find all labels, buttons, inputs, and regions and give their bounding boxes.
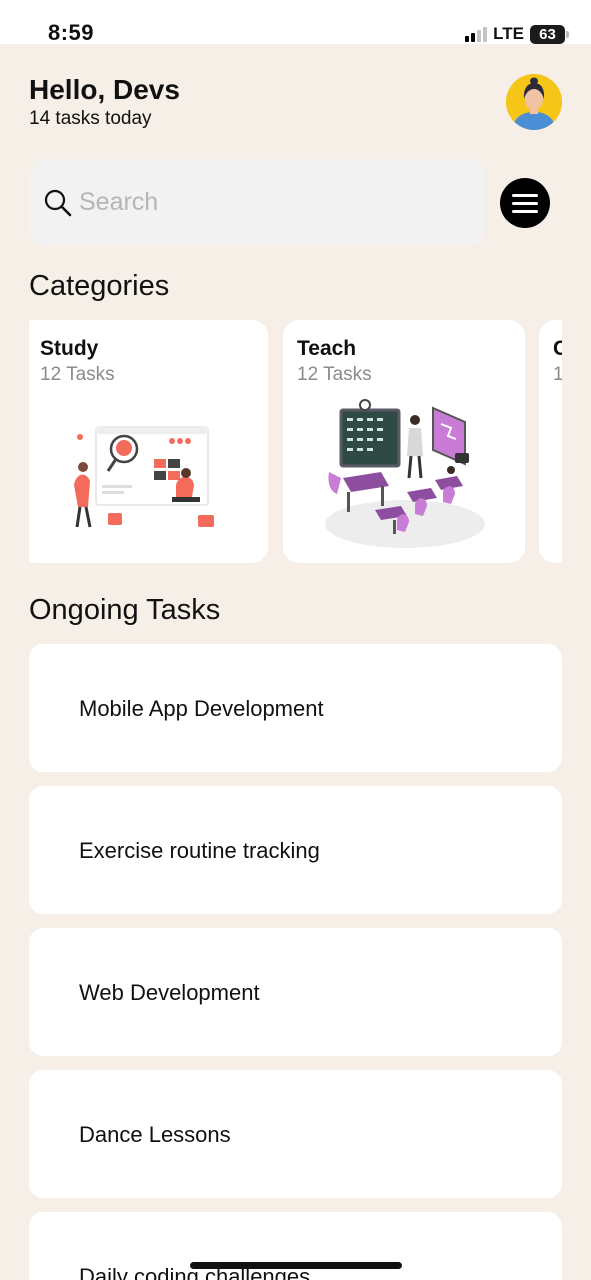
task-card[interactable]: Daily coding challenges — [29, 1212, 562, 1280]
category-count: 12 Tasks — [40, 364, 115, 385]
task-card[interactable]: Mobile App Development — [29, 644, 562, 772]
status-time: 8:59 — [48, 20, 95, 45]
task-title: Web Development — [79, 980, 260, 1005]
task-title: Exercise routine tracking — [79, 838, 320, 863]
category-title: C — [553, 337, 562, 360]
status-indicators: LTE 63 — [465, 24, 569, 44]
signal-icon — [465, 26, 488, 42]
category-title: Teach — [297, 337, 357, 360]
avatar[interactable] — [506, 74, 562, 130]
task-title: Mobile App Development — [79, 696, 324, 721]
ongoing-tasks-heading: Ongoing Tasks — [29, 594, 221, 626]
menu-icon — [512, 193, 538, 197]
search-input[interactable] — [79, 188, 439, 217]
status-bar: 8:59 LTE 63 — [0, 0, 591, 45]
menu-button[interactable] — [500, 178, 550, 228]
user-avatar-icon — [506, 74, 562, 130]
categories-heading: Categories — [29, 270, 170, 302]
category-count: 1 — [553, 364, 562, 385]
search-bar[interactable] — [29, 159, 485, 246]
search-icon — [44, 189, 72, 216]
study-illustration — [74, 426, 214, 528]
category-count: 12 Tasks — [297, 364, 372, 385]
tasks-today-subtitle: 14 tasks today — [29, 108, 152, 129]
network-type: LTE — [493, 24, 524, 43]
battery-level: 63 — [539, 25, 556, 43]
category-card-teach[interactable]: Teach 12 Tasks — [283, 320, 525, 563]
task-card[interactable]: Exercise routine tracking — [29, 786, 562, 914]
greeting-title: Hello, Devs — [29, 74, 180, 105]
task-card[interactable]: Dance Lessons — [29, 1070, 562, 1198]
categories-carousel[interactable]: Study 12 Tasks Teach 12 Tasks C 1 — [29, 320, 562, 563]
teach-illustration — [325, 399, 485, 548]
battery-icon: 63 — [530, 24, 569, 44]
home-indicator[interactable] — [190, 1262, 402, 1269]
task-title: Dance Lessons — [79, 1122, 231, 1147]
task-card[interactable]: Web Development — [29, 928, 562, 1056]
category-card-study[interactable]: Study 12 Tasks — [29, 320, 268, 563]
category-title: Study — [40, 337, 99, 360]
category-card-partial[interactable]: C 1 — [539, 320, 562, 563]
